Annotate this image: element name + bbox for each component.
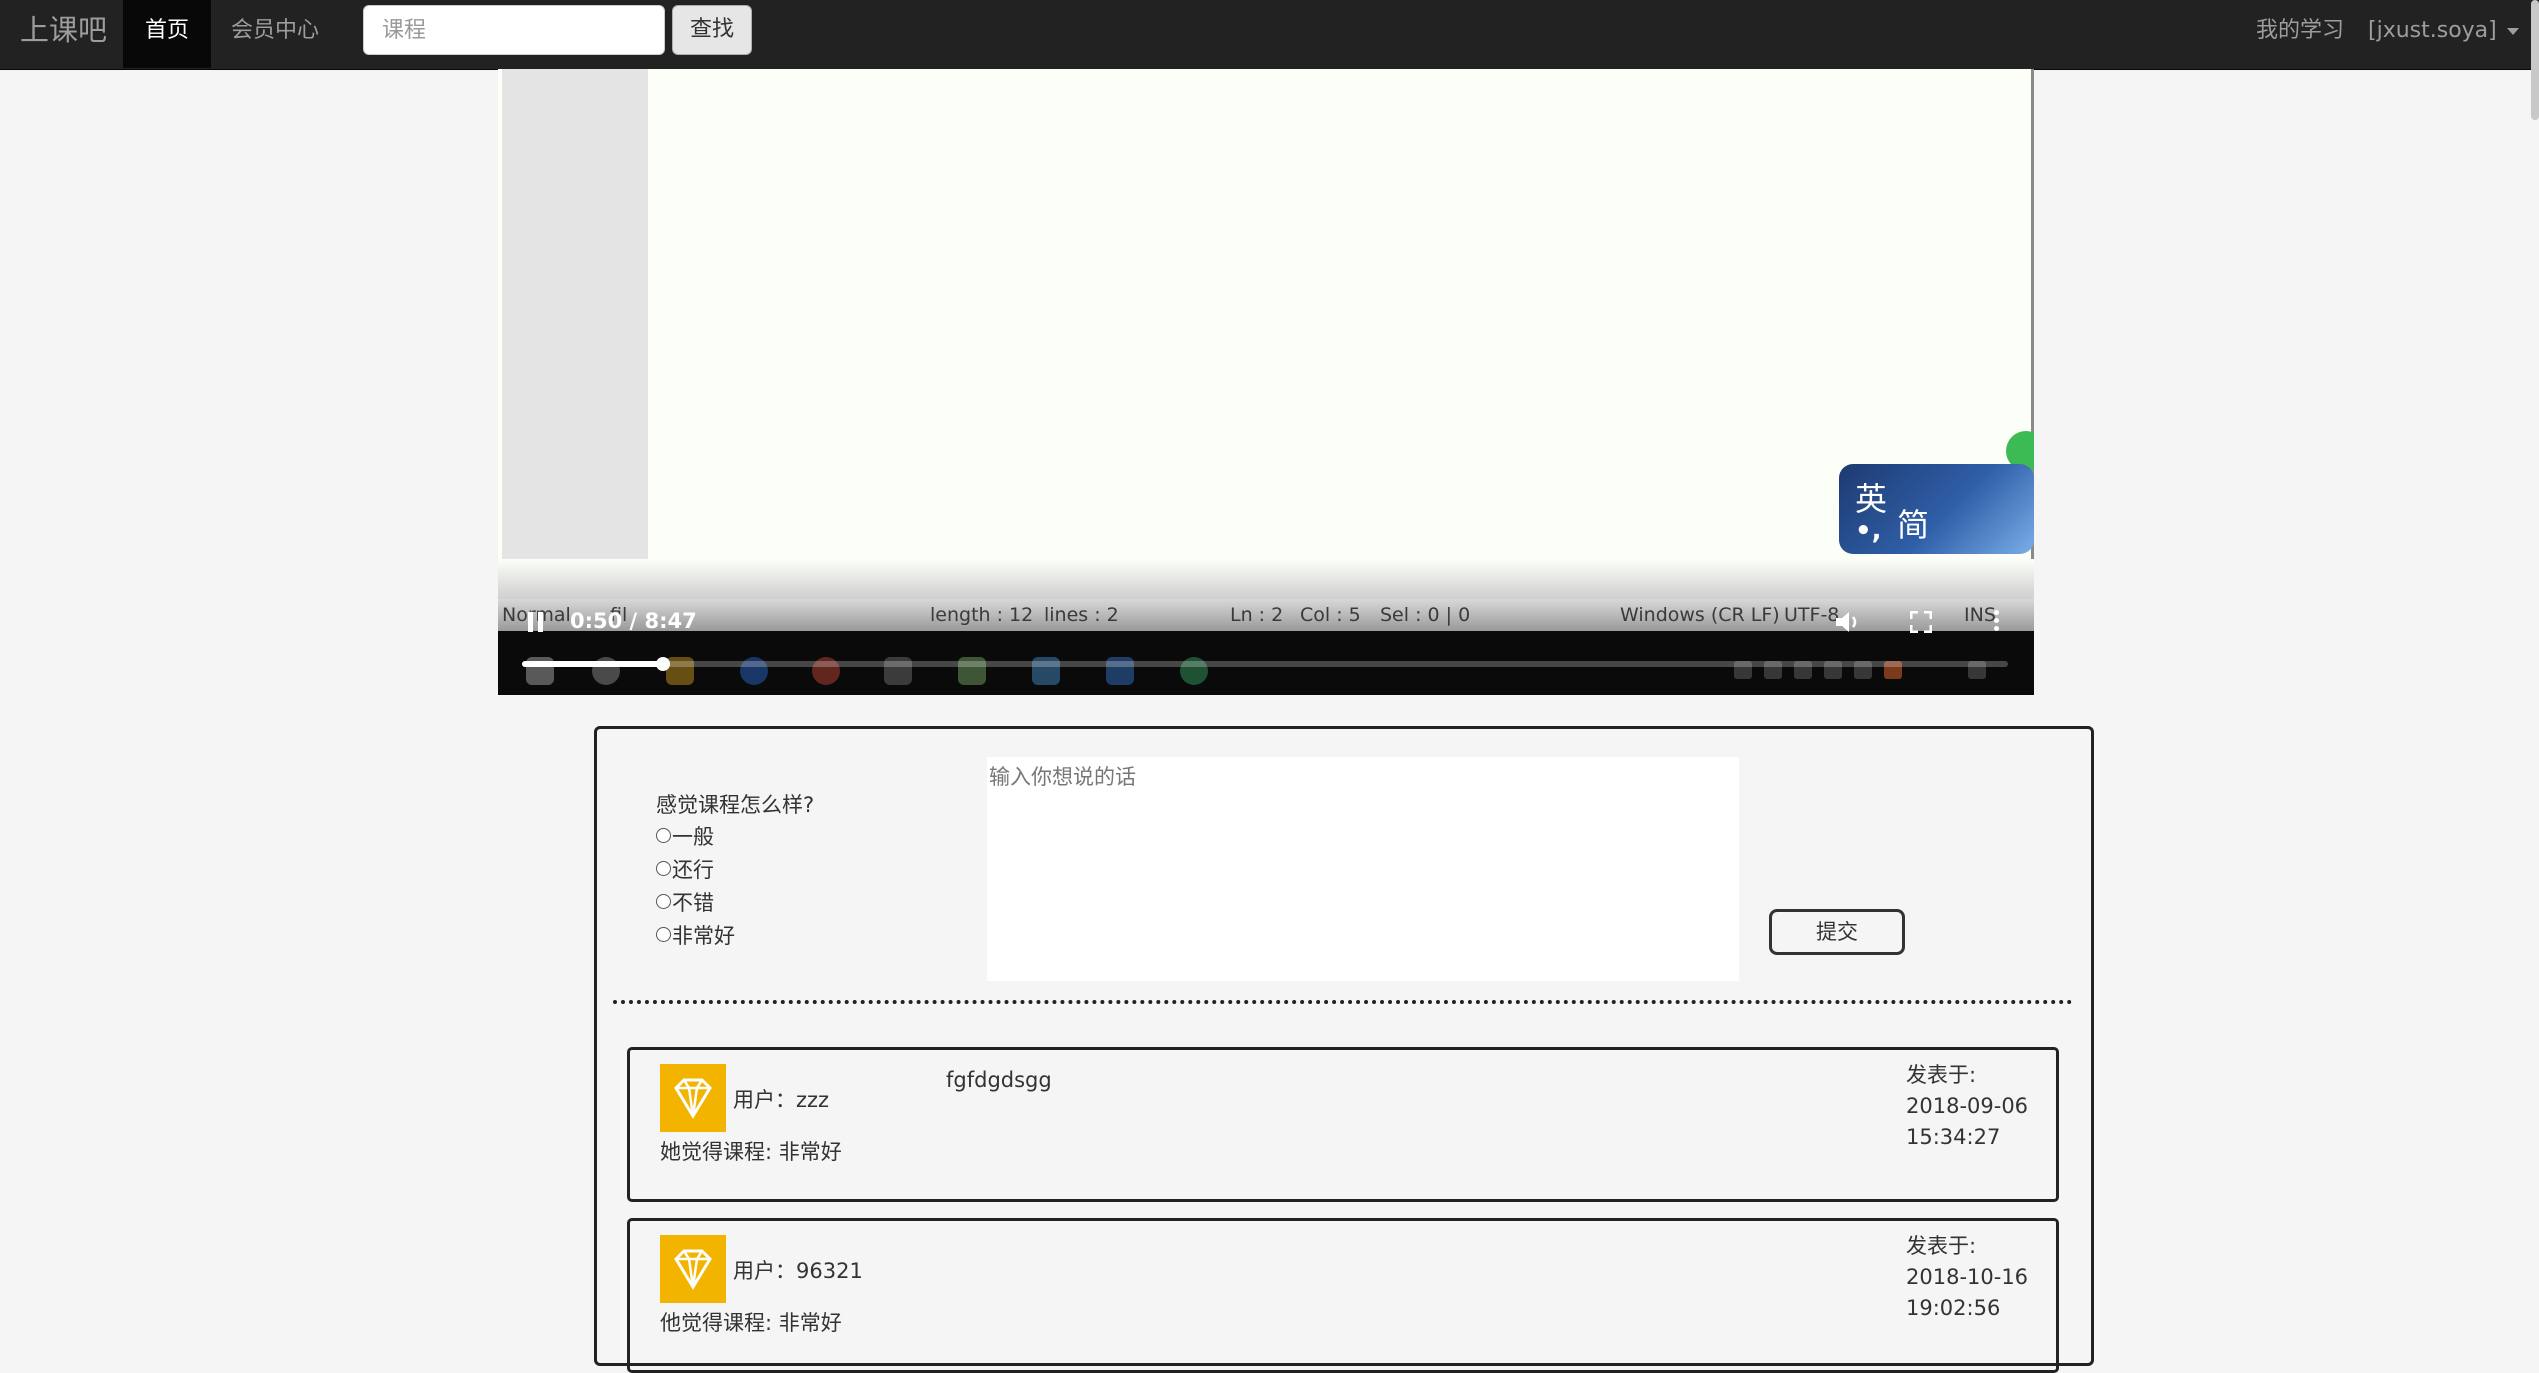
ime-widget: 英 简 •, bbox=[1839, 464, 2034, 554]
video-time-display: 0:50 / 8:47 bbox=[570, 609, 697, 633]
user-menu-label: [jxust.soya] bbox=[2368, 18, 2497, 43]
diamond-avatar-icon bbox=[660, 1235, 726, 1303]
radio-button[interactable] bbox=[656, 927, 671, 942]
caret-down-icon bbox=[2506, 27, 2519, 35]
radio-button[interactable] bbox=[656, 894, 671, 909]
comment-user: 用户：zzz bbox=[733, 1088, 830, 1112]
comment-date: 2018-09-06 bbox=[1906, 1094, 2029, 1118]
ime-punct-label: •, bbox=[1855, 516, 1882, 546]
volume-icon[interactable] bbox=[1834, 609, 1862, 635]
rating-option-1[interactable]: 一般 bbox=[656, 821, 714, 851]
video-frame-statusbar: Normal fil length : 12 lines : 2 Ln : 2 … bbox=[498, 599, 2034, 631]
comment-meta: 发表于: 2018-09-06 15:34:27 bbox=[1906, 1060, 2028, 1153]
status-length: length : 12 bbox=[930, 604, 1034, 626]
radio-button[interactable] bbox=[656, 861, 671, 876]
comment-rating: 她觉得课程: 非常好 bbox=[660, 1140, 842, 1164]
comment-textarea[interactable] bbox=[987, 757, 1739, 981]
fullscreen-icon[interactable] bbox=[1910, 611, 1932, 633]
comment-time: 19:02:56 bbox=[1906, 1296, 2001, 1320]
comment-time: 15:34:27 bbox=[1906, 1125, 2001, 1149]
video-player[interactable]: 英 简 •, Normal fil length : 12 lines : 2 … bbox=[498, 69, 2034, 695]
rating-option-label: 还行 bbox=[672, 858, 714, 882]
comment-meta: 发表于: 2018-10-16 19:02:56 bbox=[1906, 1231, 2028, 1324]
video-bottom-shade bbox=[498, 559, 2034, 599]
pause-icon[interactable] bbox=[528, 612, 545, 632]
video-progress-fill bbox=[522, 661, 664, 667]
comment-text: fgfdgdsgg bbox=[946, 1068, 1052, 1092]
rating-option-label: 非常好 bbox=[672, 924, 735, 948]
nav-my-learning[interactable]: 我的学习 bbox=[2240, 0, 2360, 68]
comment-panel: 感觉课程怎么样? 一般 还行 不错 非常好 提交 用户：zzz fgfdgdsg… bbox=[594, 726, 2094, 1373]
status-sel: Sel : 0 | 0 bbox=[1380, 604, 1471, 626]
comment-user: 用户：96321 bbox=[733, 1259, 863, 1283]
video-frame-editor bbox=[498, 69, 2034, 599]
rating-option-4[interactable]: 非常好 bbox=[656, 920, 735, 950]
comment-card: 用户：zzz fgfdgdsgg 她觉得课程: 非常好 发表于: 2018-09… bbox=[627, 1047, 2059, 1202]
rating-question: 感觉课程怎么样? bbox=[656, 793, 815, 817]
ime-en-label: 英 bbox=[1855, 480, 1888, 518]
more-options-icon[interactable] bbox=[1994, 610, 2000, 634]
status-lines: lines : 2 bbox=[1044, 604, 1119, 626]
search-button[interactable]: 查找 bbox=[672, 5, 752, 55]
radio-button[interactable] bbox=[656, 828, 671, 843]
brand-logo[interactable]: 上课吧 bbox=[20, 0, 107, 69]
status-ln: Ln : 2 bbox=[1230, 604, 1284, 626]
nav-member-center[interactable]: 会员中心 bbox=[216, 0, 334, 68]
course-search-input[interactable] bbox=[363, 5, 665, 55]
dotted-divider bbox=[613, 1000, 2073, 1004]
submit-button[interactable]: 提交 bbox=[1769, 909, 1905, 955]
status-eol: Windows (CR LF) bbox=[1620, 604, 1780, 626]
rating-option-2[interactable]: 还行 bbox=[656, 854, 714, 884]
top-navbar: 上课吧 首页 会员中心 查找 我的学习 [jxust.soya] bbox=[0, 0, 2539, 70]
ime-jian-label: 简 bbox=[1897, 506, 1930, 544]
rating-option-3[interactable]: 不错 bbox=[656, 887, 714, 917]
status-ins: INS bbox=[1964, 604, 1996, 626]
video-progress-bar[interactable] bbox=[522, 657, 2008, 671]
comment-posted-label: 发表于: bbox=[1906, 1063, 1977, 1087]
comment-date: 2018-10-16 bbox=[1906, 1265, 2029, 1289]
rating-option-label: 不错 bbox=[672, 891, 714, 915]
nav-home[interactable]: 首页 bbox=[123, 0, 211, 68]
comment-posted-label: 发表于: bbox=[1906, 1234, 1977, 1258]
user-menu-dropdown[interactable]: [jxust.soya] bbox=[2368, 0, 2526, 68]
page-scrollbar[interactable] bbox=[2531, 0, 2539, 120]
rating-option-label: 一般 bbox=[672, 825, 714, 849]
comment-rating: 他觉得课程: 非常好 bbox=[660, 1311, 842, 1335]
status-col: Col : 5 bbox=[1300, 604, 1361, 626]
diamond-avatar-icon bbox=[660, 1064, 726, 1132]
video-frame-gutter bbox=[502, 69, 648, 599]
status-encoding: UTF-8 bbox=[1784, 604, 1840, 626]
